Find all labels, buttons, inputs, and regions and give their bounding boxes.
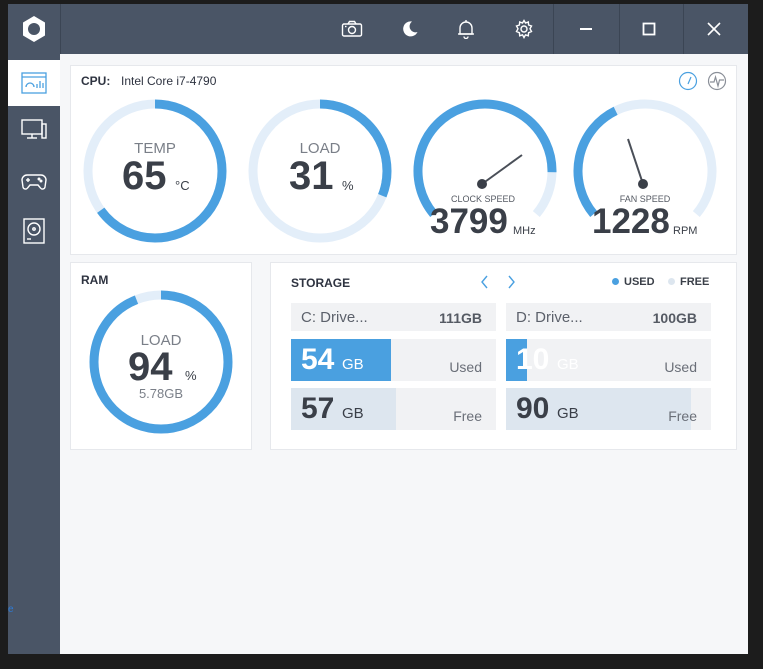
gear-icon[interactable] [495,4,553,54]
drive-c-used-bar: 54 GB Used [291,339,496,381]
sidebar-item-dashboard[interactable] [8,60,60,106]
sidebar-item-games[interactable] [8,158,60,204]
drive-c-header[interactable]: C: Drive... 111GB [291,303,496,331]
drive-d-size: 100GB [652,310,697,326]
drive-d-used-value: 10 [516,343,550,376]
drive-d-free-value: 90 [516,392,550,425]
minimize-icon[interactable] [557,4,615,54]
used-dot-icon [612,277,619,285]
drive-c-free-bar: 57 GB Free [291,388,496,430]
dashboard-content: CPU: Intel Core i7-4790 TEMP 65 °C LOAD … [60,54,748,654]
ram-load-value: 94 [128,345,173,389]
drive-c-name: C: Drive... [301,309,368,326]
storage-title: STORAGE [291,276,351,290]
drive-c-used-value: 54 [301,343,335,376]
disk-icon [23,218,45,244]
drive-d-free-bar: 90 GB Free [506,388,711,430]
cpu-load-gauge: LOAD 31 % [247,98,393,244]
drive-d-free-label: Free [668,408,697,424]
ram-amount: 5.78GB [138,386,184,401]
app-logo-icon [8,4,60,54]
prev-arrow-icon[interactable] [477,273,493,291]
fan-speed-unit: RPM [673,225,698,237]
storage-card: STORAGE USED FREE C: Drive... 111GB 54 G… [270,262,737,450]
legend-used: USED [612,276,655,288]
fan-speed-value: 1228 [592,202,670,241]
sidebar-item-storage[interactable] [8,208,60,254]
ram-load-gauge: LOAD 94 % 5.78GB [88,289,234,435]
cpu-card: CPU: Intel Core i7-4790 TEMP 65 °C LOAD … [70,65,737,255]
drive-d-used-bar: 10 GB Used [506,339,711,381]
temp-value: 65 [122,154,167,198]
dashboard-icon [21,72,47,94]
graph-view-icon[interactable] [707,71,727,91]
gamepad-icon [21,174,47,190]
drive-d-used-label: Used [664,359,697,375]
moon-icon[interactable] [381,4,439,54]
drive-c-used-unit: GB [342,356,364,373]
gauge-view-icon[interactable] [678,71,698,91]
title-bar [8,4,748,54]
drive-d-free-unit: GB [557,405,579,422]
clock-speed-value: 3799 [430,202,508,241]
ram-card: RAM LOAD 94 % 5.78GB [70,262,252,450]
ram-title: RAM [81,273,109,287]
bell-icon[interactable] [437,4,495,54]
drive-c-free-unit: GB [342,405,364,422]
clock-speed-gauge: CLOCK SPEED 3799 MHz [412,98,558,248]
sidebar [8,54,60,654]
cpu-load-unit: % [342,178,354,193]
drive-c-used-label: Used [449,359,482,375]
drive-d-used-unit: GB [557,356,579,373]
drive-d-header[interactable]: D: Drive... 100GB [506,303,711,331]
free-dot-icon [668,277,675,285]
cpu-model: Intel Core i7-4790 [121,74,217,88]
legend-free: FREE [668,276,709,288]
close-icon[interactable] [685,4,743,54]
app-window: CPU: Intel Core i7-4790 TEMP 65 °C LOAD … [8,4,748,654]
drive-d-name: D: Drive... [516,309,583,326]
temp-gauge: TEMP 65 °C [82,98,228,244]
fan-speed-gauge: FAN SPEED 1228 RPM [572,98,718,248]
monitor-icon [21,119,47,139]
sidebar-item-monitor[interactable] [8,107,60,153]
next-arrow-icon[interactable] [503,273,519,291]
maximize-icon[interactable] [620,4,678,54]
drive-c-free-label: Free [453,408,482,424]
drive-c-size: 111GB [439,310,482,326]
drive-c-free-value: 57 [301,392,335,425]
background-edge-text: e [8,604,14,615]
ram-load-unit: % [185,368,197,383]
cpu-load-value: 31 [289,154,334,198]
camera-icon[interactable] [323,4,381,54]
clock-speed-unit: MHz [513,225,536,237]
cpu-label: CPU: [81,74,111,88]
temp-unit: °C [175,178,190,193]
